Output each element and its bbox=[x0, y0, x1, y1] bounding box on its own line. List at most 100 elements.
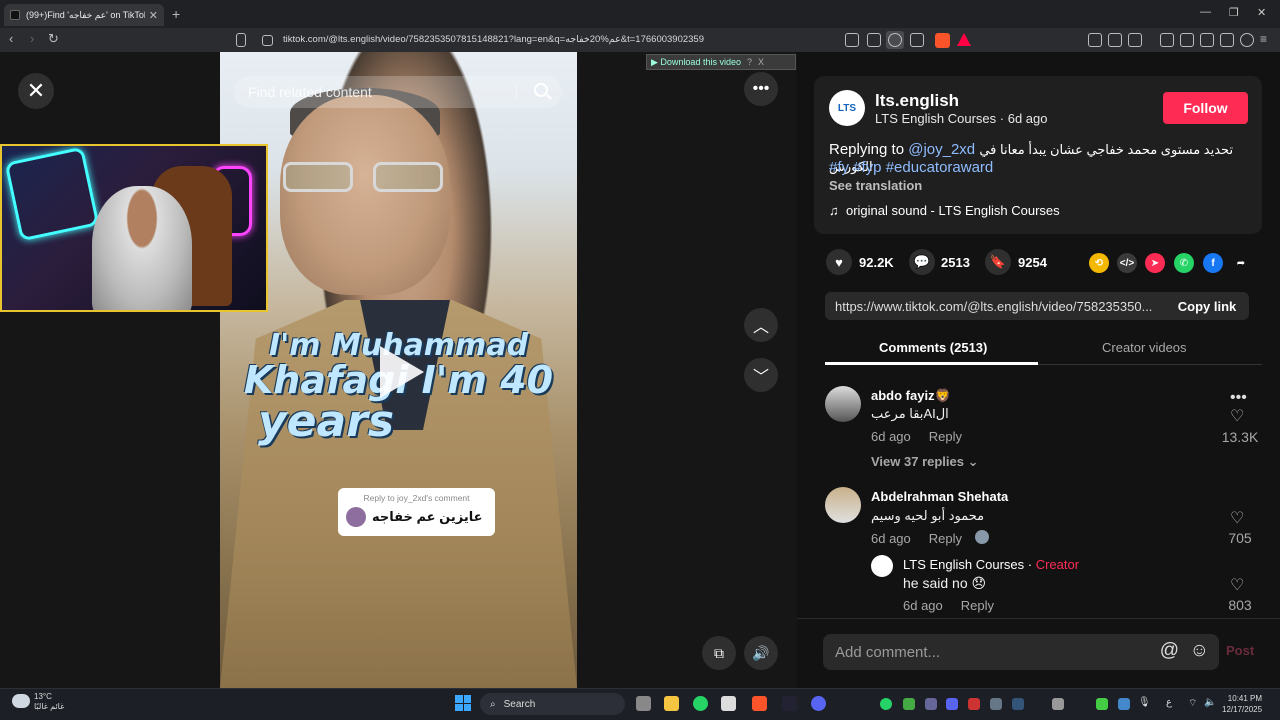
weather-widget[interactable]: 13°C غائم غالبًا bbox=[34, 692, 64, 712]
reply-link[interactable]: Reply bbox=[929, 531, 962, 546]
language-indicator[interactable]: ع bbox=[1166, 697, 1172, 708]
comment-author[interactable]: Abdelrahman Shehata bbox=[871, 489, 1008, 504]
bookmark-save-icon[interactable]: 🔖 bbox=[985, 249, 1011, 275]
post-comment-button[interactable]: Post bbox=[1226, 643, 1254, 658]
browser-tab[interactable]: (99+)Find 'عم خفاجه' on TikTok | ✕ bbox=[4, 4, 164, 26]
wallet-icon[interactable] bbox=[1200, 33, 1214, 47]
volume-tray-icon[interactable]: 🔈 bbox=[1204, 697, 1216, 708]
download-video-label[interactable]: ▶ Download this video bbox=[651, 57, 741, 68]
follow-button[interactable]: Follow bbox=[1163, 92, 1248, 124]
tray-icon[interactable] bbox=[968, 698, 980, 710]
puzzle-icon[interactable] bbox=[1108, 33, 1122, 47]
taskbar-search[interactable]: ⌕ Search bbox=[480, 693, 625, 715]
tray-icon[interactable] bbox=[1118, 698, 1130, 710]
search-icon[interactable] bbox=[534, 83, 548, 97]
network-icon[interactable]: ⌔ bbox=[1188, 697, 1197, 710]
send-to-friend-icon[interactable]: ➤ bbox=[1145, 253, 1165, 273]
comment-input[interactable]: Add comment... @ ☺ bbox=[823, 634, 1219, 670]
play-icon[interactable] bbox=[380, 346, 424, 398]
reload-icon[interactable]: ↻ bbox=[48, 31, 59, 47]
url-input[interactable]: tiktok.com/@lts.english/video/7582353507… bbox=[283, 34, 704, 45]
mention-icon[interactable]: @ bbox=[1160, 640, 1179, 662]
brave-rewards-icon[interactable] bbox=[957, 33, 971, 46]
tray-icon[interactable] bbox=[1052, 698, 1064, 710]
bookmark-icon[interactable] bbox=[236, 33, 246, 47]
media-icon[interactable] bbox=[1160, 33, 1174, 47]
sidebar-icon[interactable] bbox=[1180, 33, 1194, 47]
reply-link[interactable]: Reply bbox=[961, 598, 994, 613]
whatsapp-taskbar-icon[interactable] bbox=[693, 696, 708, 711]
whatsapp-icon[interactable]: ✆ bbox=[1174, 253, 1194, 273]
volume-button[interactable]: 🔊 bbox=[744, 636, 778, 670]
site-info-icon[interactable] bbox=[262, 35, 273, 46]
share-page-icon[interactable] bbox=[910, 33, 924, 47]
next-video-button[interactable]: ﹀ bbox=[744, 358, 778, 392]
emoji-icon[interactable]: ☺ bbox=[1190, 640, 1209, 662]
clock[interactable]: 10:41 PM 12/17/2025 bbox=[1222, 693, 1262, 715]
brave-taskbar-icon[interactable] bbox=[752, 696, 767, 711]
avatar[interactable] bbox=[825, 386, 861, 422]
comment-author[interactable]: abdo fayiz🦁 bbox=[871, 388, 951, 404]
steam-icon[interactable] bbox=[1012, 698, 1024, 710]
back-icon[interactable]: ‹ bbox=[9, 31, 13, 46]
like-heart-icon[interactable]: ♥ bbox=[826, 249, 852, 275]
tray-icon[interactable] bbox=[946, 698, 958, 710]
picture-in-picture-button[interactable]: ⧉ bbox=[702, 636, 736, 670]
tray-whatsapp-icon[interactable] bbox=[880, 698, 892, 710]
close-video-button[interactable]: ✕ bbox=[18, 73, 54, 109]
download-video-bar[interactable]: ▶ Download this video ? X bbox=[646, 54, 796, 70]
file-explorer-icon[interactable] bbox=[664, 696, 679, 711]
facebook-icon[interactable]: f bbox=[1203, 253, 1223, 273]
author-username[interactable]: lts.english bbox=[875, 91, 959, 111]
tray-icon[interactable] bbox=[903, 698, 915, 710]
reply-like-heart-icon[interactable]: ♡ bbox=[1230, 575, 1244, 595]
tab-close-icon[interactable]: ✕ bbox=[149, 9, 158, 22]
maximize-icon[interactable]: ❐ bbox=[1229, 6, 1239, 19]
help-icon[interactable]: ? bbox=[747, 57, 752, 67]
window-close-icon[interactable]: ✕ bbox=[1257, 6, 1266, 19]
zoom-icon[interactable] bbox=[888, 33, 902, 47]
menu-icon[interactable]: ≡ bbox=[1260, 32, 1267, 46]
tray-icon[interactable] bbox=[925, 698, 937, 710]
discord-icon[interactable] bbox=[811, 696, 826, 711]
more-options-button[interactable]: ••• bbox=[744, 72, 778, 106]
replying-user-link[interactable]: @joy_2xd bbox=[908, 141, 975, 158]
cast-icon[interactable] bbox=[867, 33, 881, 47]
comment-like-heart-icon[interactable]: ♡ bbox=[1230, 406, 1244, 426]
see-translation-link[interactable]: See translation bbox=[829, 178, 922, 193]
copy-link-button[interactable]: Copy link bbox=[1165, 292, 1249, 320]
share-icon[interactable]: ➦ bbox=[1231, 253, 1251, 273]
repost-icon[interactable]: ⟲ bbox=[1089, 253, 1109, 273]
screenshot-icon[interactable] bbox=[1128, 33, 1142, 47]
vpn-icon[interactable] bbox=[1240, 33, 1254, 47]
avatar[interactable] bbox=[825, 487, 861, 523]
microphone-icon[interactable]: 🎙 bbox=[1138, 697, 1151, 708]
forward-icon[interactable]: › bbox=[30, 31, 34, 46]
reader-mode-icon[interactable] bbox=[845, 33, 859, 47]
comment-more-icon[interactable]: ••• bbox=[1230, 389, 1247, 407]
tray-icon[interactable] bbox=[990, 698, 1002, 710]
brave-shield-icon[interactable] bbox=[935, 33, 950, 48]
post-hashtags[interactable]: #fy #fyp #educatoraward bbox=[829, 159, 993, 176]
previous-video-button[interactable]: ︿ bbox=[744, 308, 778, 342]
comment-icon[interactable]: 💬 bbox=[909, 249, 935, 275]
leo-ai-icon[interactable] bbox=[1220, 33, 1234, 47]
author-avatar[interactable]: LTS bbox=[829, 90, 865, 126]
tab-creator-videos[interactable]: Creator videos bbox=[1102, 340, 1187, 355]
app-icon[interactable] bbox=[721, 696, 736, 711]
terminal-icon[interactable] bbox=[782, 696, 797, 711]
reply-link[interactable]: Reply bbox=[929, 429, 962, 444]
new-tab-button[interactable]: + bbox=[172, 6, 180, 22]
share-link-url[interactable]: https://www.tiktok.com/@lts.english/vide… bbox=[835, 299, 1152, 314]
tray-icon[interactable] bbox=[1096, 698, 1108, 710]
comment-like-heart-icon[interactable]: ♡ bbox=[1230, 508, 1244, 528]
author-display-name[interactable]: LTS English Courses bbox=[875, 111, 996, 126]
download-close-icon[interactable]: X bbox=[758, 57, 764, 67]
extension-icon[interactable] bbox=[1088, 33, 1102, 47]
embed-icon[interactable]: </> bbox=[1117, 253, 1137, 273]
find-related-search[interactable]: Find related content bbox=[234, 76, 562, 108]
task-view-icon[interactable] bbox=[636, 696, 651, 711]
view-replies-link[interactable]: View 37 replies ⌄ bbox=[871, 454, 979, 470]
sound-row[interactable]: ♫ original sound - LTS English Courses bbox=[829, 203, 1060, 218]
creator-avatar[interactable] bbox=[871, 555, 893, 577]
